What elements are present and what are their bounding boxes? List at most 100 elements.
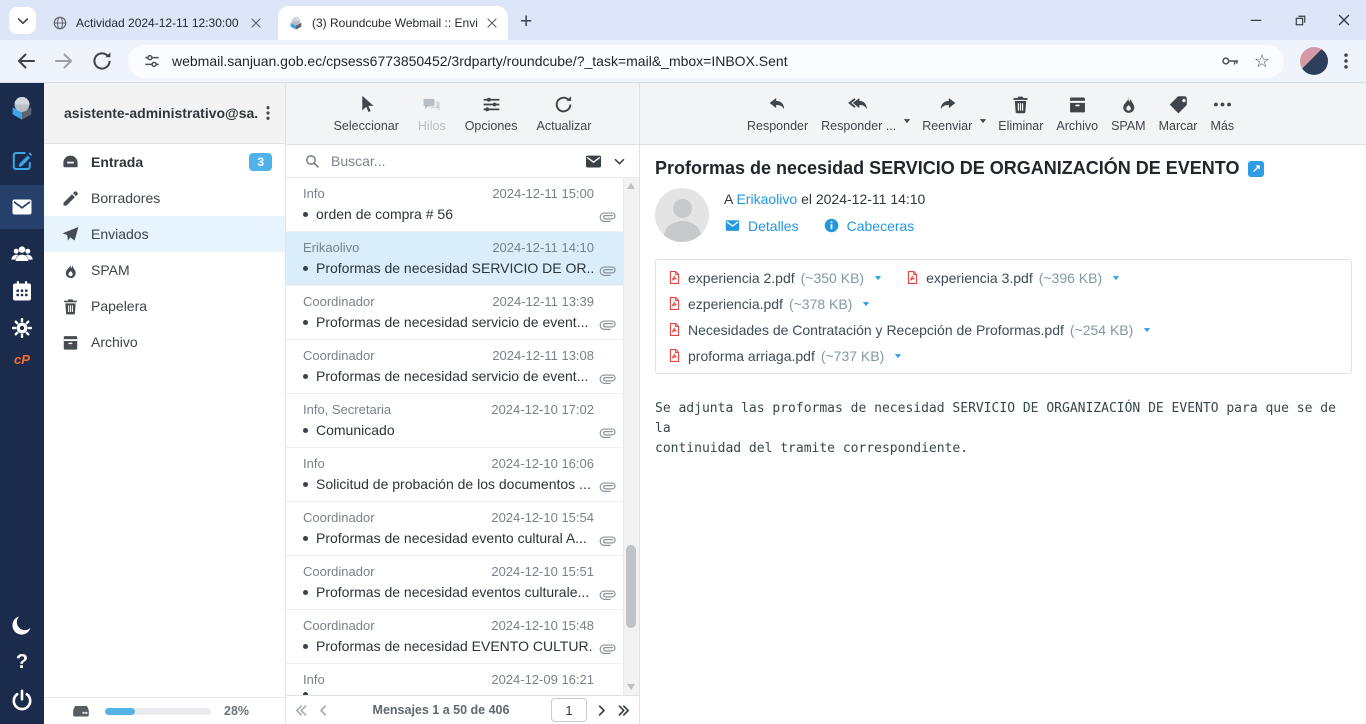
- mark-button[interactable]: Marcar: [1154, 83, 1203, 144]
- forward-caret-icon[interactable]: [978, 116, 988, 126]
- site-settings-icon[interactable]: [142, 51, 162, 71]
- browser-tab-roundcube[interactable]: (3) Roundcube Webmail :: Envia: [278, 6, 508, 40]
- address-bar[interactable]: webmail.sanjuan.gob.ec/cpsess6773850452/…: [128, 45, 1284, 78]
- message-row-selected[interactable]: Erikaolivo2024-12-11 14:10 Proformas de …: [286, 232, 624, 286]
- reply-button[interactable]: Responder: [742, 83, 813, 144]
- status-dot: [303, 536, 308, 541]
- attachment-menu-caret-icon[interactable]: [1142, 325, 1152, 335]
- message-row[interactable]: Info2024-12-10 16:06 Solicitud de probac…: [286, 448, 624, 502]
- attachment-menu-caret-icon[interactable]: [861, 299, 871, 309]
- nav-mail[interactable]: [0, 185, 44, 229]
- message-row[interactable]: Coordinador2024-12-10 15:54 Proformas de…: [286, 502, 624, 556]
- search-scope-mail-icon[interactable]: [584, 152, 603, 171]
- browser-tab-activity[interactable]: Actividad 2024-12-11 12:30:00: [42, 6, 272, 40]
- select-button[interactable]: Seleccionar: [329, 83, 404, 144]
- first-page-icon[interactable]: [294, 703, 309, 718]
- attachment-paperclip-icon: [595, 419, 619, 443]
- threads-button[interactable]: Hilos: [413, 83, 451, 144]
- folder-enviados[interactable]: Enviados: [44, 216, 285, 252]
- maximize-button[interactable]: [1278, 0, 1322, 40]
- message-date: 2024-12-10 16:06: [491, 456, 594, 471]
- folder-papelera[interactable]: Papelera: [44, 288, 285, 324]
- folder-archivo[interactable]: Archivo: [44, 324, 285, 360]
- reply-all-caret-icon[interactable]: [902, 116, 912, 126]
- close-button[interactable]: [1322, 0, 1366, 40]
- body-line: continuidad del tramite correspondiente.: [655, 439, 1352, 459]
- archive-button[interactable]: Archivo: [1051, 83, 1103, 144]
- message-row[interactable]: Coordinador2024-12-11 13:08 Proformas de…: [286, 340, 624, 394]
- message-row[interactable]: Coordinador2024-12-11 13:39 Proformas de…: [286, 286, 624, 340]
- spam-button[interactable]: SPAM: [1106, 83, 1151, 144]
- tab-close-icon[interactable]: [248, 15, 264, 31]
- attachment-item[interactable]: proforma arriaga.pdf(~737 KB): [667, 346, 1340, 365]
- open-in-new-window-icon[interactable]: ↗: [1248, 161, 1264, 177]
- attachment-item[interactable]: experiencia 2.pdf(~350 KB): [667, 268, 883, 287]
- reload-button[interactable]: [90, 49, 114, 73]
- tab-search-button[interactable]: [9, 7, 36, 34]
- roundcube-app: cP ? asistente-administrativo@sa... Entr…: [0, 83, 1366, 724]
- next-page-icon[interactable]: [594, 703, 609, 718]
- message-row[interactable]: Coordinador2024-12-10 15:51 Proformas de…: [286, 556, 624, 610]
- last-page-icon[interactable]: [616, 703, 631, 718]
- message-subject: Proformas de necesidad servicio de event…: [316, 368, 594, 384]
- folder-entrada[interactable]: Entrada 3: [44, 144, 285, 180]
- delete-button[interactable]: Eliminar: [993, 83, 1048, 144]
- calendar-icon[interactable]: [10, 279, 34, 303]
- folder-borradores[interactable]: Borradores: [44, 180, 285, 216]
- search-input[interactable]: [329, 152, 575, 170]
- page-number-input[interactable]: [551, 698, 587, 722]
- mail-subject: Proformas de necesidad SERVICIO DE ORGAN…: [655, 158, 1239, 179]
- scrollbar-thumb[interactable]: [626, 545, 636, 628]
- browser-profile-avatar[interactable]: [1300, 47, 1328, 75]
- recipient-name-link[interactable]: Erikaolivo: [736, 191, 797, 207]
- tab-close-icon[interactable]: [484, 15, 500, 31]
- search-scope-chevron-icon[interactable]: [612, 154, 627, 169]
- headers-link[interactable]: Cabeceras: [823, 217, 915, 234]
- back-button[interactable]: [14, 49, 38, 73]
- dark-mode-moon-icon[interactable]: [10, 613, 34, 637]
- logout-power-icon[interactable]: [10, 688, 34, 712]
- message-sender: Coordinador: [303, 294, 484, 309]
- attachment-menu-caret-icon[interactable]: [893, 351, 903, 361]
- attachment-menu-caret-icon[interactable]: [873, 273, 883, 283]
- message-row[interactable]: Info, Secretaria2024-12-10 17:02 Comunic…: [286, 394, 624, 448]
- more-button[interactable]: Más: [1205, 83, 1239, 144]
- refresh-button[interactable]: Actualizar: [532, 83, 597, 144]
- attachment-paperclip-icon: [595, 365, 619, 389]
- list-scrollbar[interactable]: [623, 178, 639, 695]
- folder-options-kebab-icon[interactable]: [259, 104, 277, 122]
- scroll-down-icon[interactable]: [627, 684, 635, 690]
- password-key-icon[interactable]: [1220, 51, 1240, 71]
- scroll-up-icon[interactable]: [627, 183, 635, 189]
- message-date: 2024-12-09 16:21: [491, 672, 594, 687]
- attachment-item[interactable]: ezperiencia.pdf(~378 KB): [667, 294, 871, 313]
- bookmark-star-icon[interactable]: ☆: [1254, 51, 1270, 72]
- info-icon: [823, 217, 840, 234]
- details-link[interactable]: Detalles: [724, 217, 799, 234]
- attachments-box: experiencia 2.pdf(~350 KB) experiencia 3…: [655, 259, 1352, 374]
- message-sender: Erikaolivo: [303, 240, 484, 255]
- reply-all-button[interactable]: Responder ...: [816, 94, 901, 133]
- compose-icon[interactable]: [10, 149, 34, 173]
- help-icon[interactable]: ?: [16, 651, 28, 674]
- contact-avatar: [655, 188, 709, 242]
- new-tab-button[interactable]: +: [520, 11, 532, 32]
- attachment-item[interactable]: Necesidades de Contratación y Recepción …: [667, 320, 1152, 339]
- prev-page-icon[interactable]: [316, 703, 331, 718]
- forward-button[interactable]: [52, 49, 76, 73]
- minimize-button[interactable]: [1234, 0, 1278, 40]
- forward-button[interactable]: Reenviar: [917, 94, 977, 133]
- settings-gear-icon[interactable]: [10, 316, 34, 340]
- attachment-menu-caret-icon[interactable]: [1111, 273, 1121, 283]
- message-sender: Info: [303, 672, 483, 687]
- folder-spam[interactable]: SPAM: [44, 252, 285, 288]
- message-row[interactable]: Info2024-12-11 15:00 orden de compra # 5…: [286, 178, 624, 232]
- message-row[interactable]: Coordinador2024-12-10 15:48 Proformas de…: [286, 610, 624, 664]
- reply-all-icon: [848, 94, 869, 115]
- options-button[interactable]: Opciones: [460, 83, 523, 144]
- contacts-icon[interactable]: [10, 242, 34, 266]
- mail-subject-row: Proformas de necesidad SERVICIO DE ORGAN…: [655, 158, 1352, 179]
- attachment-item[interactable]: experiencia 3.pdf(~396 KB): [905, 268, 1121, 287]
- browser-menu-icon[interactable]: [1336, 51, 1356, 71]
- cpanel-icon[interactable]: cP: [14, 352, 30, 367]
